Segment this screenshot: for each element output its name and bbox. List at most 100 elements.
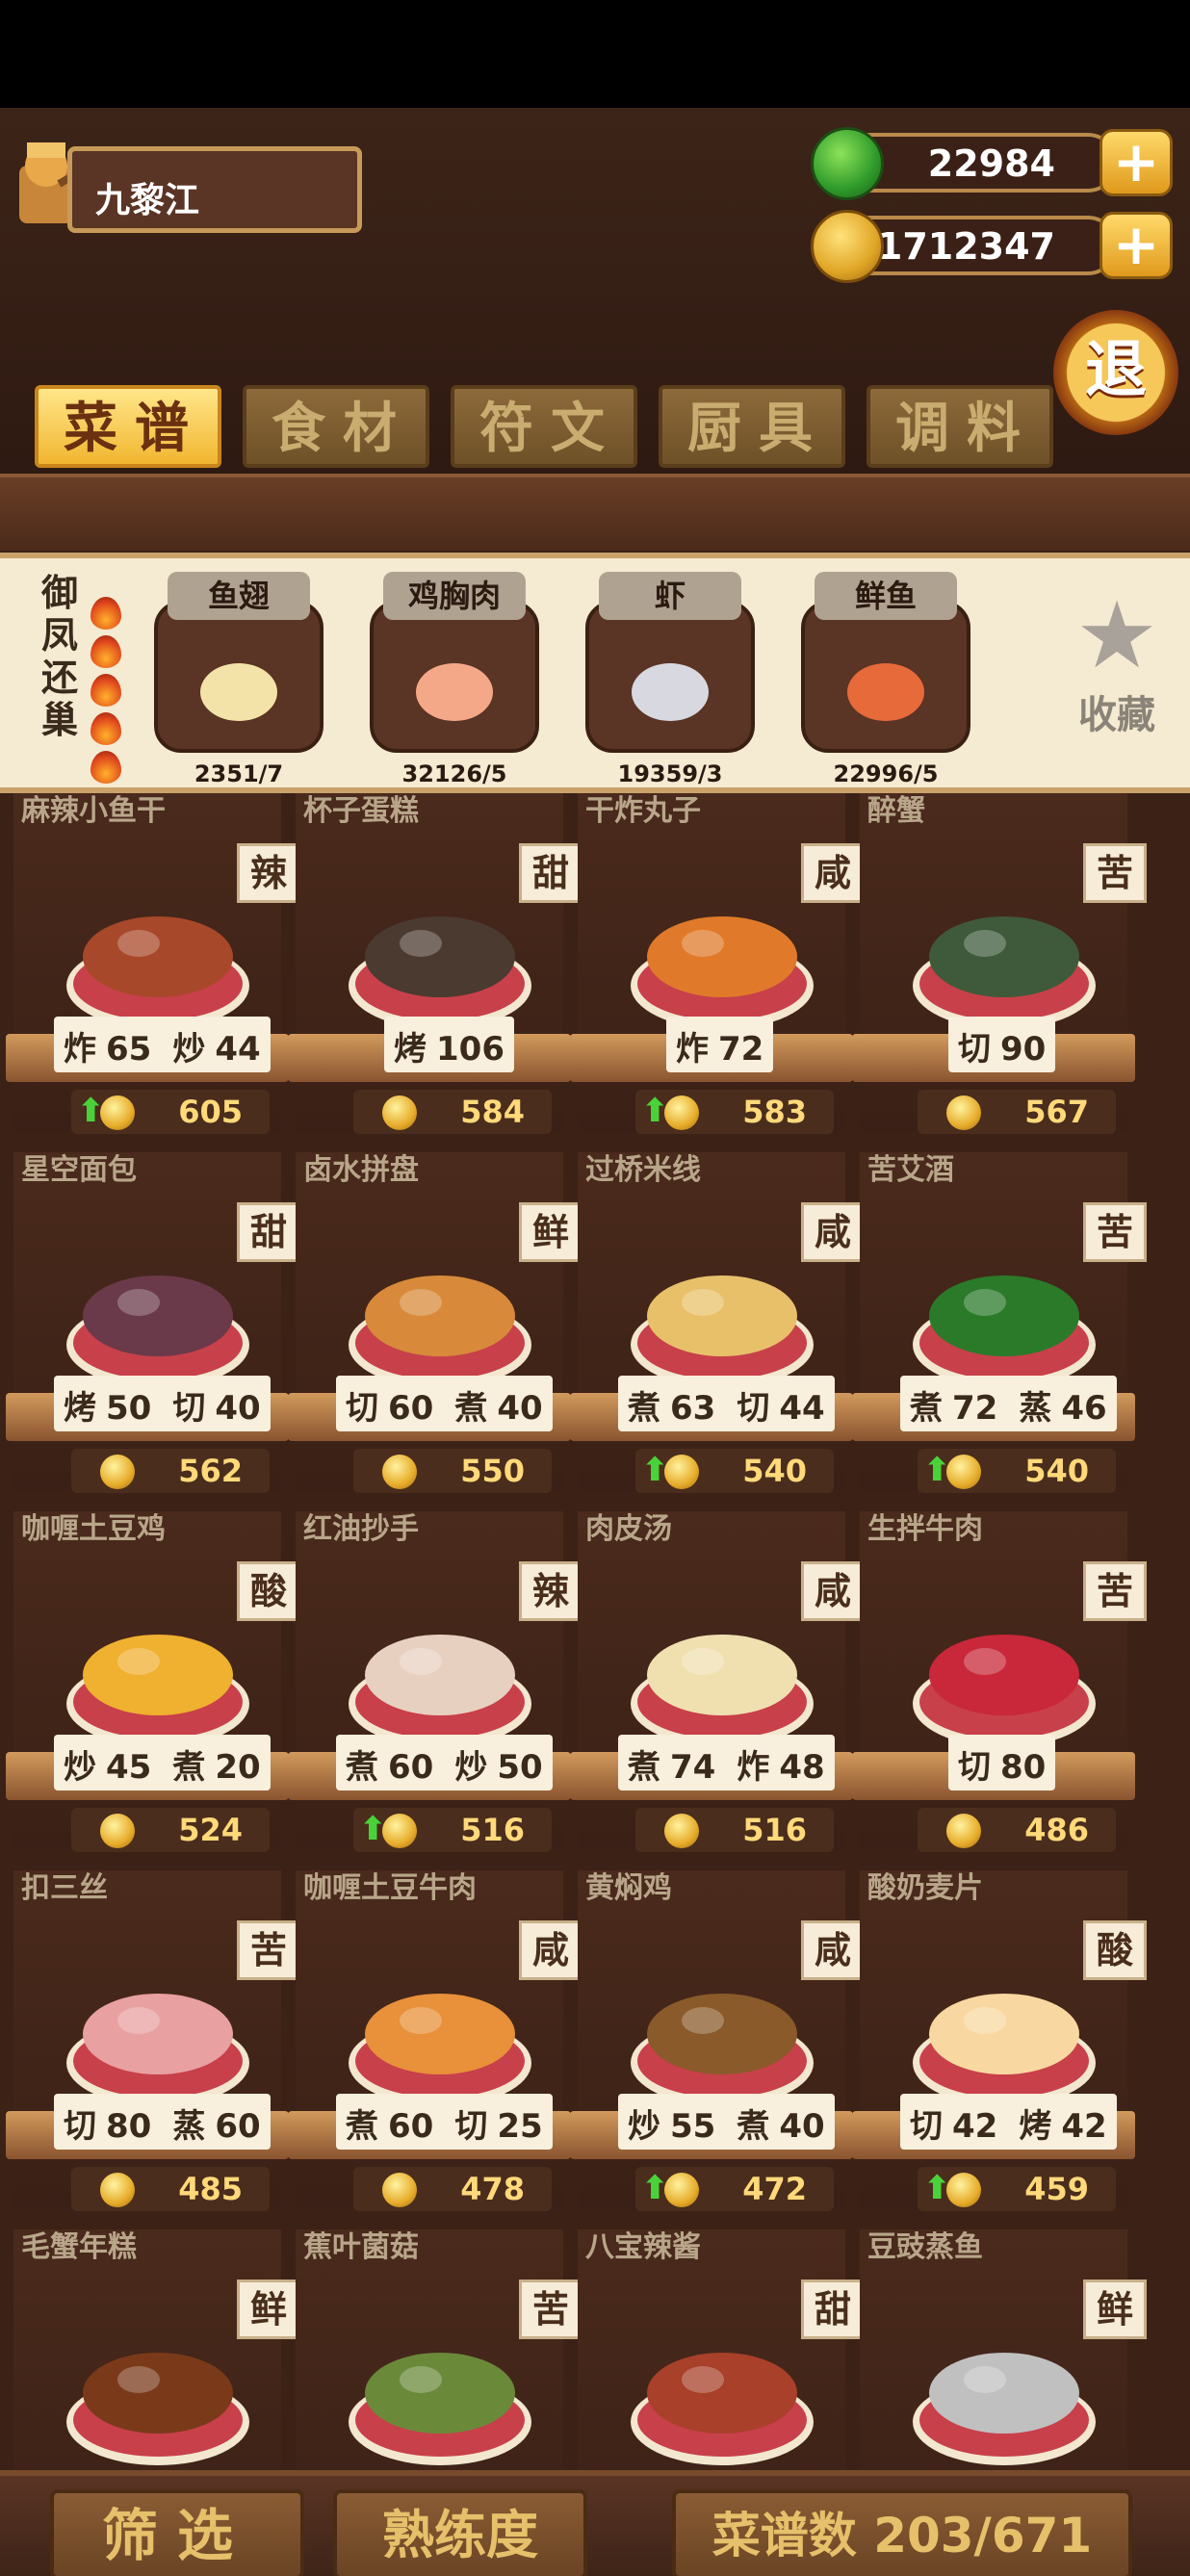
- skill-value: 44: [779, 1389, 825, 1428]
- flavor-badge: 辣: [519, 1561, 582, 1621]
- recipe-card[interactable]: 扣三丝苦切 80 蒸 60 485: [6, 1870, 300, 2211]
- skill-name: 煮: [737, 2107, 770, 2146]
- flavor-badge: 咸: [801, 1561, 865, 1621]
- flavor-badge: 苦: [237, 1920, 300, 1980]
- skill-value: 72: [718, 1030, 764, 1069]
- proficiency-button[interactable]: 熟练度: [333, 2489, 587, 2576]
- recipe-card[interactable]: 咖喱土豆鸡酸炒 45 煮 20 524: [6, 1511, 300, 1852]
- skill-name: 切: [910, 2107, 943, 2146]
- recipe-card[interactable]: 过桥米线咸煮 63 切 44 ⬆ 540: [570, 1152, 865, 1493]
- price-up-icon: ⬆: [923, 1451, 951, 1489]
- flavor-badge: 咸: [801, 1920, 865, 1980]
- skill-value: 60: [388, 2107, 434, 2146]
- recipe-card[interactable]: 肉皮汤咸煮 74 炸 48 516: [570, 1511, 865, 1852]
- ingredient-slot[interactable]: 鲜鱼 22996/5: [801, 572, 970, 793]
- recipe-card[interactable]: 杯子蛋糕甜烤 106 584: [288, 793, 582, 1134]
- skill-name: 煮: [628, 1389, 660, 1428]
- recipe-card[interactable]: 卤水拼盘鲜切 60 煮 40 550: [288, 1152, 582, 1493]
- set-name: 御凤还巢: [40, 572, 78, 741]
- recipe-card[interactable]: 麻辣小鱼干辣炸 65 炒 44 ⬆ 605: [6, 793, 300, 1134]
- skill-name: 煮: [910, 1389, 943, 1428]
- ingredient-count: 2351/7: [194, 760, 284, 787]
- recipe-name: 黄焖鸡: [585, 1871, 672, 1905]
- player-name[interactable]: 九黎江: [67, 146, 362, 233]
- skill-item: 煮 60: [346, 2107, 433, 2146]
- coin-icon: [946, 1814, 981, 1848]
- recipe-card[interactable]: 生拌牛肉苦切 80 486: [852, 1511, 1147, 1852]
- recipe-card[interactable]: 酸奶麦片酸切 42 烤 42 ⬆ 459: [852, 1870, 1147, 2211]
- skill-name: 煮: [628, 1748, 660, 1787]
- dish-icon: [66, 1635, 249, 1747]
- skill-name: 切: [346, 1389, 378, 1428]
- skill-item: 烤 106: [394, 1030, 504, 1069]
- ingredient-label: 鱼翅: [168, 572, 310, 620]
- coin-icon: [100, 1455, 135, 1489]
- skill-value: 55: [670, 2107, 716, 2146]
- tab-5[interactable]: 调料: [867, 385, 1053, 468]
- price-up-icon: ⬆: [641, 2169, 669, 2207]
- price-tag: 486: [918, 1808, 1116, 1852]
- skill-item: 切 42: [910, 2107, 997, 2146]
- skill-requirements: 炸 72: [666, 1017, 774, 1072]
- recipe-set-bar: 御凤还巢 鱼翅 2351/7 鸡胸肉 32126/5 虾 19359/3 鲜鱼 22996/5…: [0, 553, 1190, 793]
- recipe-name: 卤水拼盘: [303, 1153, 419, 1187]
- dish-icon: [913, 2353, 1096, 2465]
- favorite-button[interactable]: ★ 收藏: [1059, 587, 1175, 739]
- tab-3[interactable]: 符文: [451, 385, 637, 468]
- flame-icon: [91, 712, 121, 745]
- skill-name: 烤: [64, 1389, 96, 1428]
- flavor-badge: 辣: [237, 843, 300, 903]
- skill-item: 切 44: [737, 1389, 824, 1428]
- ingredient-slot[interactable]: 虾 19359/3: [585, 572, 755, 793]
- dish-icon: [913, 1275, 1096, 1388]
- flavor-badge: 酸: [237, 1561, 300, 1621]
- price-value: 550: [460, 1453, 525, 1489]
- price-value: 486: [1024, 1812, 1089, 1848]
- game-screen: 九黎江 22984 + 1712347 + 退 菜谱 食材 符文 厨具 调料 御凤还巢 …: [0, 108, 1190, 2576]
- recipe-name: 咖喱土豆鸡: [21, 1512, 166, 1546]
- recipe-card[interactable]: 咖喱土豆牛肉咸煮 60 切 25 478: [288, 1870, 582, 2211]
- recipe-card[interactable]: 醉蟹苦切 90 567: [852, 793, 1147, 1134]
- recipe-name: 杯子蛋糕: [303, 794, 419, 828]
- skill-item: 炒 50: [454, 1748, 542, 1787]
- recipe-card[interactable]: 苦艾酒苦煮 72 蒸 46 ⬆ 540: [852, 1152, 1147, 1493]
- ingredient-slot[interactable]: 鱼翅 2351/7: [154, 572, 323, 793]
- recipe-card[interactable]: 红油抄手辣煮 60 炒 50 ⬆ 516: [288, 1511, 582, 1852]
- skill-name: 煮: [346, 2107, 378, 2146]
- chicken-breast-icon: [416, 663, 493, 721]
- add-gold-button[interactable]: +: [1099, 212, 1173, 279]
- recipe-name: 咖喱土豆牛肉: [303, 1871, 477, 1905]
- recipe-card[interactable]: 干炸丸子咸炸 72 ⬆ 583: [570, 793, 865, 1134]
- ingredient-slot[interactable]: 鸡胸肉 32126/5: [370, 572, 539, 793]
- price-tag: 516: [635, 1808, 834, 1852]
- skill-item: 炒 55: [628, 2107, 715, 2146]
- tab-4[interactable]: 厨具: [659, 385, 845, 468]
- recipe-card[interactable]: 星空面包甜烤 50 切 40 562: [6, 1152, 300, 1493]
- flame-icon: [91, 597, 121, 630]
- recipe-card[interactable]: 黄焖鸡咸炒 55 煮 40 ⬆ 472: [570, 1870, 865, 2211]
- recipe-name: 干炸丸子: [585, 794, 701, 828]
- recipe-name: 豆豉蒸鱼: [867, 2230, 983, 2264]
- dish-icon: [349, 1275, 531, 1388]
- price-tag: ⬆ 472: [635, 2167, 834, 2211]
- tab-2[interactable]: 食材: [243, 385, 429, 468]
- shrimp-icon: [632, 663, 709, 721]
- add-jade-button[interactable]: +: [1099, 129, 1173, 196]
- price-value: 524: [178, 1812, 243, 1848]
- price-up-icon: ⬆: [923, 2169, 951, 2207]
- coin-icon: [664, 1455, 699, 1489]
- ingredient-count: 22996/5: [833, 760, 939, 787]
- status-bar-area: [0, 0, 1190, 108]
- flame-icon: [91, 751, 121, 784]
- skill-requirements: 煮 74 炸 48: [618, 1735, 835, 1790]
- tab-1[interactable]: 菜谱: [35, 385, 221, 468]
- skill-value: 50: [497, 1748, 543, 1787]
- skill-name: 炸: [64, 1030, 96, 1069]
- dish-icon: [913, 1635, 1096, 1747]
- filter-button[interactable]: 筛选: [50, 2489, 304, 2576]
- flavor-badge: 鲜: [237, 2280, 300, 2339]
- skill-requirements: 切 80: [948, 1735, 1056, 1790]
- skill-value: 65: [106, 1030, 152, 1069]
- price-value: 583: [742, 1094, 807, 1130]
- skill-value: 42: [952, 2107, 998, 2146]
